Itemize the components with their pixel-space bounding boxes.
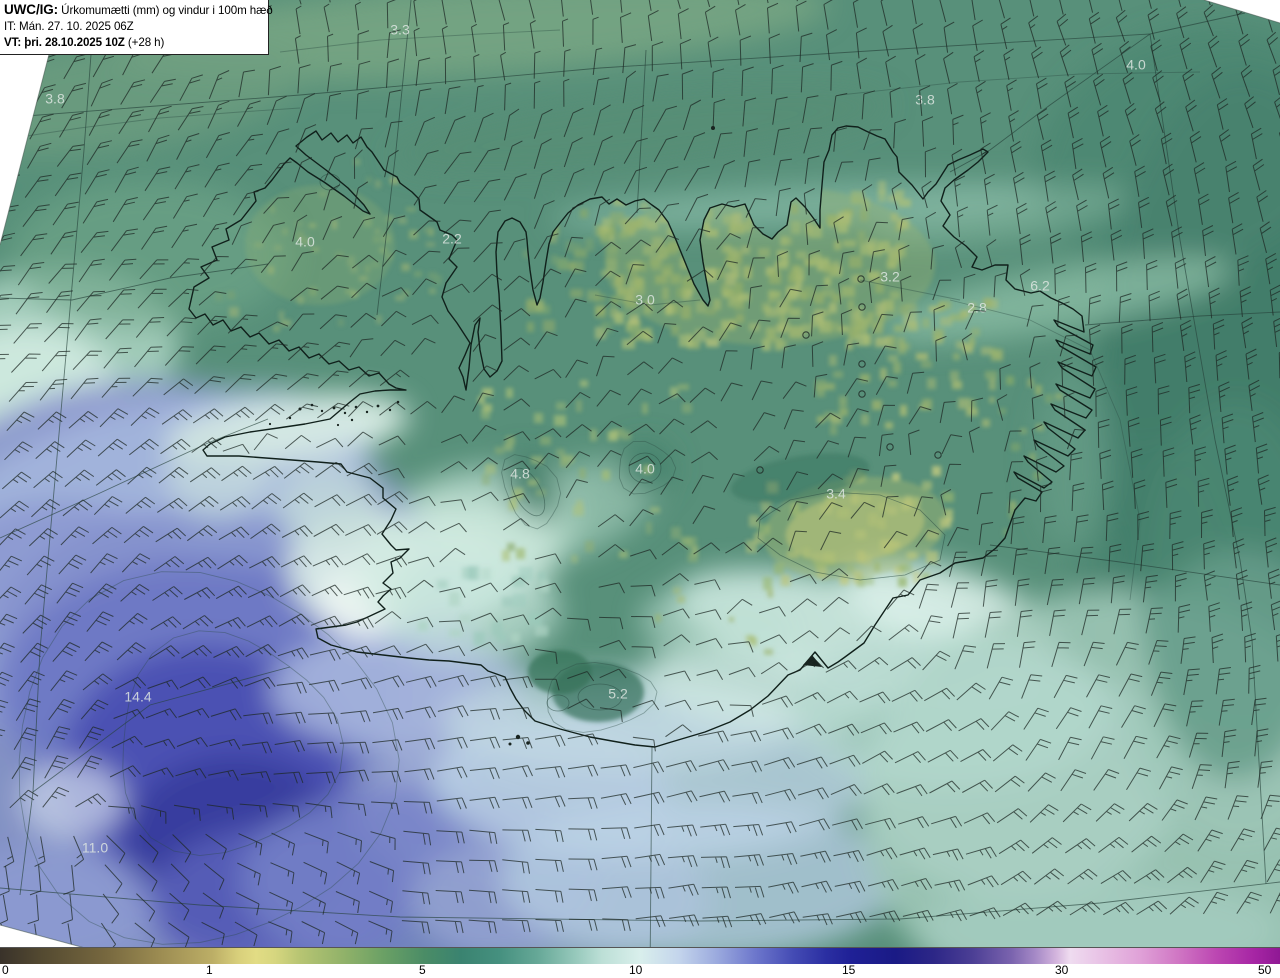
svg-text:3.4: 3.4	[826, 486, 846, 502]
svg-text:5.2: 5.2	[608, 686, 628, 702]
svg-text:3.2: 3.2	[880, 269, 900, 285]
svg-text:2.2: 2.2	[442, 231, 462, 247]
svg-text:4.8: 4.8	[510, 466, 530, 482]
svg-text:3.8: 3.8	[915, 92, 935, 108]
svg-text:4.0: 4.0	[1126, 57, 1146, 73]
svg-text:3.8: 3.8	[45, 91, 65, 107]
svg-text:6.2: 6.2	[1030, 278, 1050, 294]
svg-text:4.0: 4.0	[635, 461, 655, 477]
svg-text:2.8: 2.8	[967, 300, 987, 316]
svg-text:14.4: 14.4	[124, 689, 151, 705]
svg-text:4.0: 4.0	[295, 234, 315, 250]
svg-text:11.0: 11.0	[82, 840, 108, 856]
svg-text:3.0: 3.0	[635, 292, 655, 308]
